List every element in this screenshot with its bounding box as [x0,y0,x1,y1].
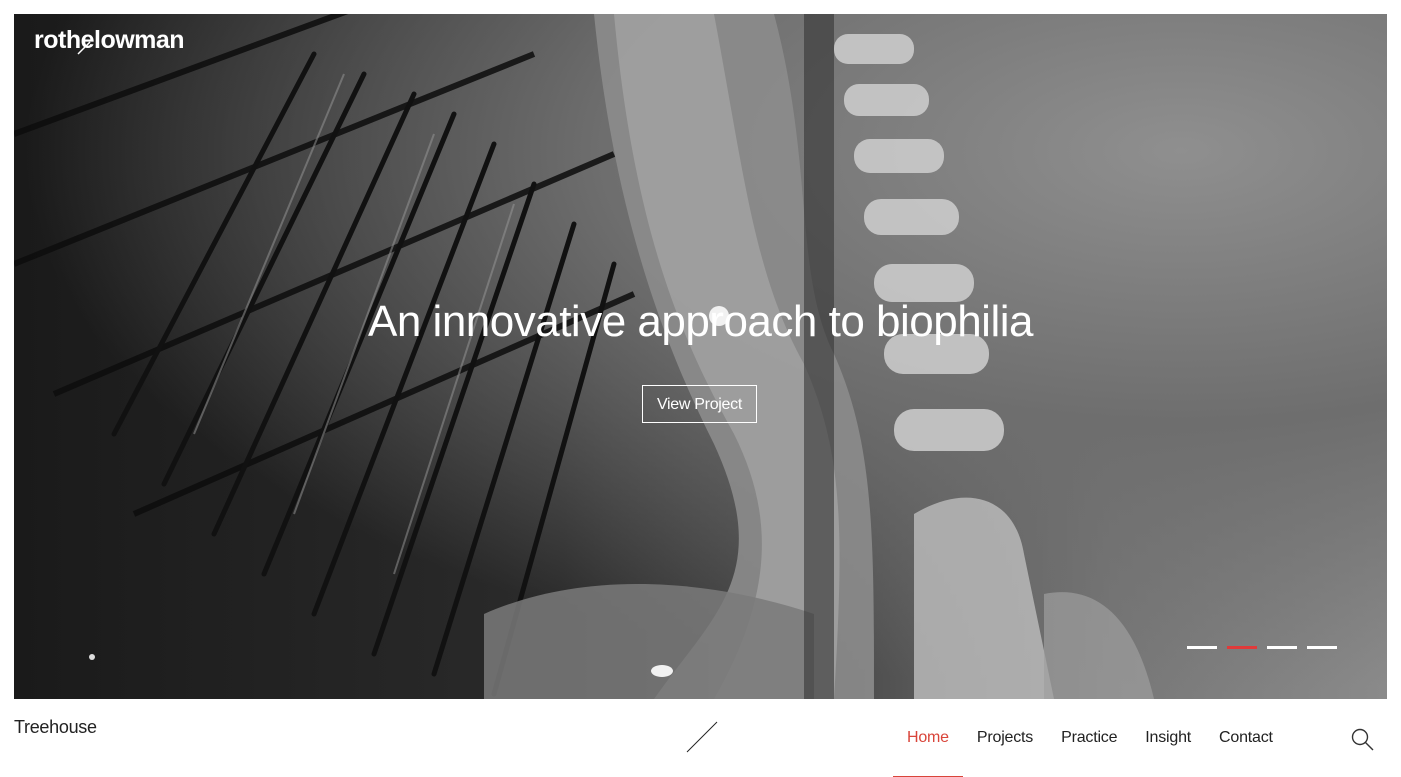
project-name: Treehouse [14,717,97,737]
logo-slash-icon [77,41,91,55]
hero-banner: rothelowman An innovative approach to bi… [14,14,1387,699]
slide-indicator-4[interactable] [1307,646,1337,649]
view-project-button[interactable]: View Project [642,385,757,423]
nav-contact[interactable]: Contact [1205,727,1287,777]
slash-divider-icon [686,721,718,753]
hero-image [14,14,1154,699]
hero-headline: An innovative approach to biophilia [368,297,1033,346]
nav-insight[interactable]: Insight [1131,727,1205,777]
brand-logo[interactable]: rothelowman [34,26,185,55]
slide-indicators [1187,646,1337,649]
slide-indicator-3[interactable] [1267,646,1297,649]
nav-home[interactable]: Home [893,727,963,777]
search-icon[interactable] [1350,727,1376,753]
slide-indicator-1[interactable] [1187,646,1217,649]
nav-projects[interactable]: Projects [963,727,1047,777]
nav-practice[interactable]: Practice [1047,727,1131,777]
slide-indicator-2[interactable] [1227,646,1257,649]
main-nav: Home Projects Practice Insight Contact [893,727,1287,777]
